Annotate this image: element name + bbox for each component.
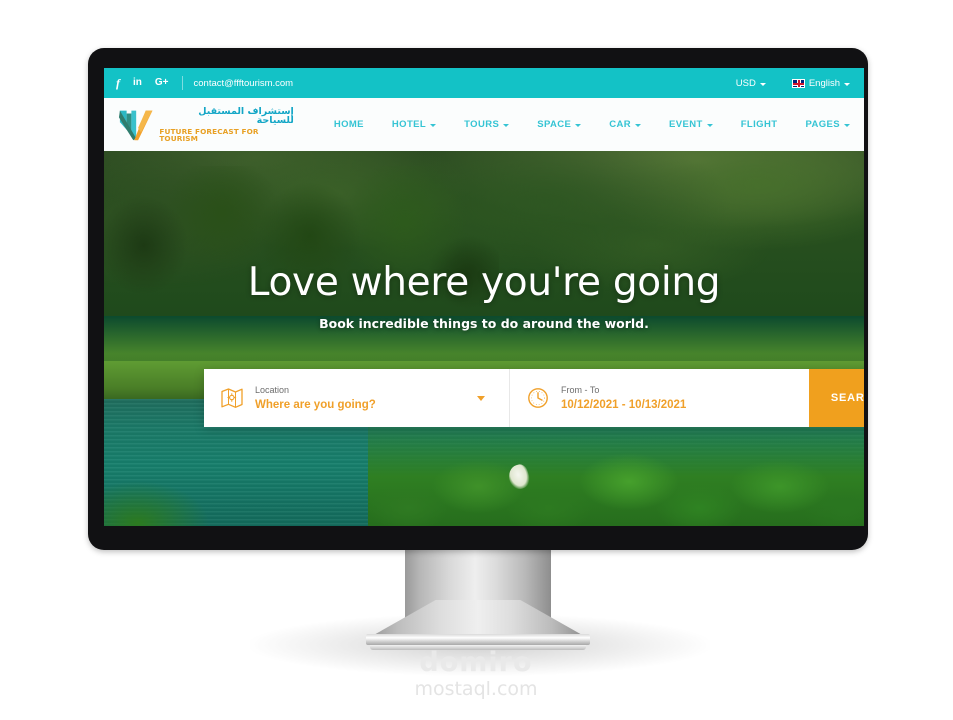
social-links: f in G+	[116, 77, 169, 89]
dates-label: From - To	[561, 385, 600, 395]
chevron-down-icon	[844, 124, 850, 127]
location-value: Where are you going?	[255, 399, 376, 411]
nav-label: HOME	[333, 119, 364, 130]
nav-item-home[interactable]: HOME	[320, 119, 378, 130]
nav-label: CAR	[609, 119, 632, 130]
nav-label: PAGES	[805, 119, 840, 130]
map-icon	[221, 388, 243, 408]
main-navigation: HOME HOTEL TOURS SPACE CAR EVENT FLIGHT …	[320, 119, 864, 130]
nav-item-space[interactable]: SPACE	[523, 119, 595, 130]
language-selector[interactable]: English	[791, 77, 850, 89]
chevron-down-icon	[759, 82, 766, 86]
location-label: Location	[255, 385, 290, 395]
hero-foreground-foliage	[368, 412, 864, 526]
hero-white-flower	[505, 462, 533, 492]
chevron-down-icon[interactable]	[477, 396, 485, 401]
nav-label: EVENT	[669, 119, 703, 130]
topbar-divider	[181, 76, 183, 90]
watermark-mark: domiro	[419, 647, 533, 678]
logo-text: إستشراف المستقبل للسياحة FUTURE FORECAST…	[159, 105, 294, 143]
nav-item-flight[interactable]: FLIGHT	[727, 119, 792, 130]
chevron-down-icon	[503, 124, 510, 127]
hero-section: Love where you're going Book incredible …	[104, 151, 864, 526]
nav-item-pages[interactable]: PAGES	[791, 119, 864, 130]
nav-label: TOURS	[464, 119, 500, 130]
currency-label: USD	[735, 77, 756, 89]
nav-item-tours[interactable]: TOURS	[450, 119, 523, 130]
monitor-stand-flare	[372, 600, 584, 636]
clock-icon	[528, 388, 548, 408]
nav-label: FLIGHT	[740, 119, 778, 130]
monitor-screen: f in G+ contact@ffftourism.com USD Engli…	[104, 68, 864, 526]
location-field[interactable]: Location Where are you going?	[204, 369, 509, 427]
currency-selector[interactable]: USD	[736, 78, 766, 89]
monitor-frame: f in G+ contact@ffftourism.com USD Engli…	[88, 48, 868, 550]
nav-label: HOTEL	[391, 119, 427, 130]
facebook-icon[interactable]: f	[116, 77, 120, 89]
nav-item-car[interactable]: CAR	[595, 119, 655, 130]
nav-label: SPACE	[537, 119, 572, 130]
hero-title: Love where you're going	[247, 260, 721, 305]
monitor-stand-base	[366, 634, 590, 645]
nav-item-event[interactable]: EVENT	[655, 119, 727, 130]
nav-item-hotel[interactable]: HOTEL	[378, 119, 450, 130]
location-field-body: Location Where are you going?	[255, 384, 376, 412]
hero-subtitle: Book incredible things to do around the …	[319, 315, 649, 331]
googleplus-icon[interactable]: G+	[155, 78, 169, 88]
site-topbar: f in G+ contact@ffftourism.com USD Engli…	[104, 68, 864, 98]
search-button[interactable]: SEARCH	[809, 369, 864, 427]
logo-english-accent: TOURISM	[159, 134, 199, 143]
chevron-down-icon	[706, 124, 713, 127]
chevron-down-icon	[430, 124, 437, 127]
topbar-right-group: USD English	[736, 78, 850, 89]
site-logo[interactable]: إستشراف المستقبل للسياحة FUTURE FORECAST…	[118, 105, 294, 143]
dates-field[interactable]: From - To 10/12/2021 - 10/13/2021	[509, 369, 809, 427]
hero-foreground-leaf-left	[104, 481, 211, 526]
search-bar: Location Where are you going? From - To …	[204, 369, 864, 427]
uk-flag-icon	[791, 78, 805, 88]
dates-value: 10/12/2021 - 10/13/2021	[561, 399, 687, 411]
linkedin-icon[interactable]: in	[133, 78, 142, 88]
site-header: إستشراف المستقبل للسياحة FUTURE FORECAST…	[104, 98, 864, 151]
logo-arabic-text: إستشراف المستقبل للسياحة	[198, 105, 294, 127]
dates-field-body: From - To 10/12/2021 - 10/13/2021	[561, 384, 686, 412]
monitor-stand-base-lip	[370, 645, 586, 650]
chevron-down-icon	[635, 124, 642, 127]
language-label: English	[808, 77, 840, 89]
contact-email[interactable]: contact@ffftourism.com	[194, 78, 294, 89]
logo-v-mark	[118, 110, 153, 140]
logo-english-text: FUTURE FORECAST FOR TOURISM	[159, 128, 293, 143]
chevron-down-icon	[844, 82, 850, 86]
hero-copy: Love where you're going Book incredible …	[104, 260, 864, 331]
watermark-domain: mostaql.com	[414, 678, 538, 700]
mostaql-watermark: domiro mostaql.com	[396, 648, 556, 710]
chevron-down-icon	[575, 124, 582, 127]
